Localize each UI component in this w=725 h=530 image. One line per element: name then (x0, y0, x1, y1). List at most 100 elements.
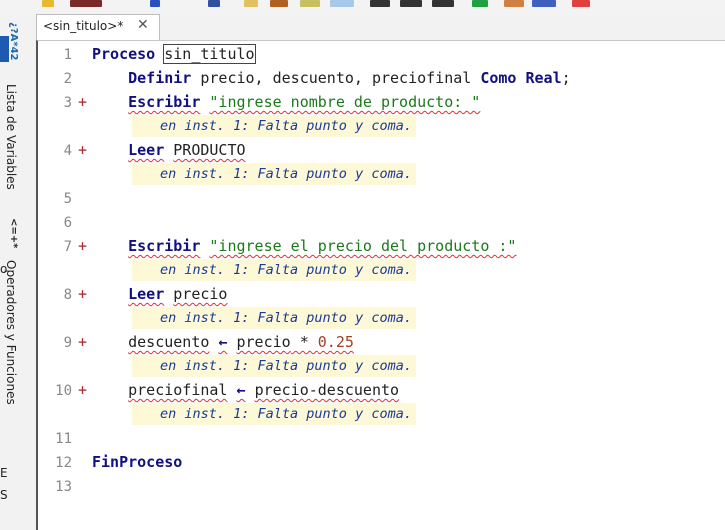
line-number: 11 (55, 431, 72, 447)
help-icon[interactable] (572, 0, 590, 7)
flowchart-icon[interactable] (532, 0, 556, 7)
line-number: 10 (55, 383, 72, 399)
line-number: 7 (63, 239, 72, 255)
line-number: 9 (63, 335, 72, 351)
code-line[interactable]: 4 + Leer PRODUCTO (38, 141, 725, 163)
replace-icon[interactable] (400, 0, 422, 7)
edit-icon[interactable] (300, 0, 320, 7)
line-number: 5 (63, 191, 72, 207)
variables-panel-icon[interactable]: ¿?A*42 (8, 22, 19, 61)
indent-icon[interactable] (330, 0, 354, 7)
operators-panel-icon[interactable]: <=+* (8, 218, 19, 248)
code-line[interactable]: 8 + Leer precio (38, 285, 725, 307)
variables-panel-tab[interactable]: Lista de Variables (4, 84, 18, 190)
code-text: Escribir "ingrese el precio del producto… (92, 237, 516, 255)
code-token: Definir (128, 69, 192, 87)
code-line[interactable]: 13 (38, 477, 725, 499)
code-text: preciofinal ← precio-descuento (92, 381, 399, 399)
code-text: Leer PRODUCTO (92, 141, 246, 159)
save-icon[interactable] (70, 0, 102, 7)
code-token: precio (173, 285, 228, 303)
code-token: PRODUCTO (173, 141, 246, 159)
code-token: ← (236, 381, 246, 399)
code-token: Como Real (480, 69, 562, 87)
run-icon[interactable] (472, 0, 488, 7)
line-number: 6 (63, 215, 72, 231)
step-icon[interactable] (432, 0, 454, 7)
code-token: "ingrese el precio del producto :" (209, 237, 517, 255)
code-token: Proceso (92, 45, 156, 63)
close-icon[interactable]: ✕ (137, 17, 149, 33)
copy-icon[interactable] (244, 0, 258, 7)
line-number: 3 (63, 95, 72, 111)
folder-icon[interactable] (42, 0, 54, 7)
error-marker-icon[interactable]: + (78, 333, 87, 351)
line-number: 8 (63, 287, 72, 303)
code-text: Escribir "ingrese nombre de producto: " (92, 93, 480, 111)
code-line[interactable]: 2 Definir precio, descuento, preciofinal… (38, 69, 725, 91)
code-token: precio, descuento, preciofinal (191, 69, 481, 87)
code-token: precio (236, 333, 291, 351)
tab-label: <sin_titulo>* (43, 19, 124, 33)
toolbar (0, 0, 725, 10)
code-editor[interactable]: 1 Proceso sin_titulo 2 Definir precio, des… (36, 40, 725, 530)
cut-off-text: S (0, 488, 8, 502)
code-token: ; (561, 69, 571, 87)
error-annotation: en inst. 1: Falta punto y coma. (132, 163, 416, 185)
code-text: descuento ← precio * 0.25 (92, 333, 354, 351)
code-line[interactable]: 11 (38, 429, 725, 451)
code-token: 0.25 (317, 333, 354, 351)
code-token: Escribir (128, 237, 201, 255)
paste-icon[interactable] (270, 0, 288, 7)
code-line[interactable]: 1 Proceso sin_titulo (38, 44, 725, 67)
error-annotation: en inst. 1: Falta punto y coma. (132, 259, 416, 281)
tab-sin-titulo[interactable]: <sin_titulo>* ✕ (36, 14, 160, 40)
debug-icon[interactable] (504, 0, 524, 7)
code-token: sin_titulo (163, 44, 256, 64)
code-token: Leer (128, 285, 165, 303)
search-icon[interactable] (370, 0, 390, 7)
code-line[interactable]: 3 + Escribir "ingrese nombre de producto:… (38, 93, 725, 115)
error-annotation: en inst. 1: Falta punto y coma. (132, 355, 416, 377)
error-marker-icon[interactable]: + (78, 141, 87, 159)
error-annotation: en inst. 1: Falta punto y coma. (132, 403, 416, 425)
code-text: FinProceso (92, 453, 182, 471)
operators-panel-tab[interactable]: Operadores y Funciones (4, 260, 18, 405)
cut-off-text: E (0, 466, 8, 480)
cut-icon[interactable] (208, 0, 220, 7)
code-token: FinProceso (92, 453, 183, 471)
code-line[interactable]: 7 + Escribir "ingrese el precio del produ… (38, 237, 725, 259)
error-annotation: en inst. 1: Falta punto y coma. (132, 115, 416, 137)
code-line[interactable]: 9 + descuento ← precio * 0.25 (38, 333, 725, 355)
undo-icon[interactable] (150, 0, 160, 7)
code-token: "ingrese nombre de producto: " (209, 93, 481, 111)
code-token: precio-descuento (254, 381, 400, 399)
code-text: Leer precio (92, 285, 227, 303)
line-number: 2 (63, 71, 72, 87)
code-line[interactable]: 6 (38, 213, 725, 235)
code-line[interactable]: 5 (38, 189, 725, 211)
code-line[interactable]: 10 + preciofinal ← precio-descuento (38, 381, 725, 403)
code-token: descuento (128, 333, 210, 351)
code-token: preciofinal (128, 381, 228, 399)
error-marker-icon[interactable]: + (78, 237, 87, 255)
error-marker-icon[interactable]: + (78, 285, 87, 303)
error-marker-icon[interactable]: + (78, 93, 87, 111)
code-token: Escribir (128, 93, 201, 111)
error-marker-icon[interactable]: + (78, 381, 87, 399)
line-number: 4 (63, 143, 72, 159)
code-line[interactable]: 12 FinProceso (38, 453, 725, 475)
code-token: Leer (128, 141, 165, 159)
